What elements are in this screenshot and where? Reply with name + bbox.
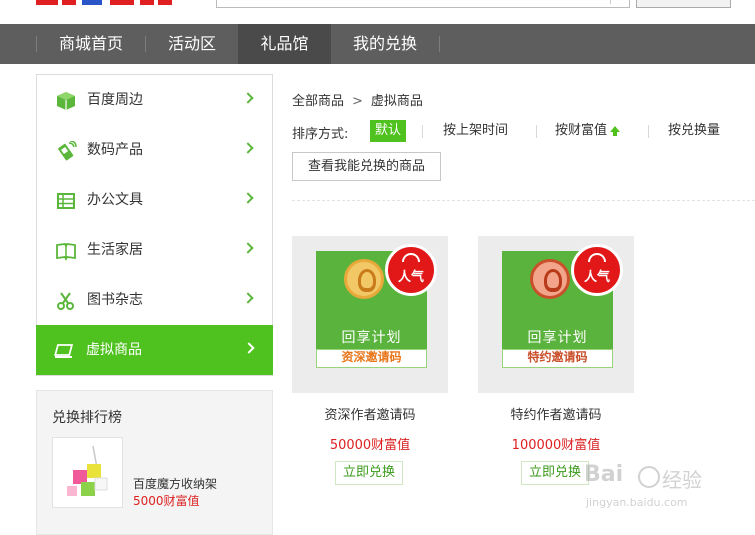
pen-nib-icon — [344, 259, 384, 299]
watermark-url: jingyan.baidu.com — [586, 496, 688, 509]
sidebar-item-office[interactable]: 办公文具 — [37, 175, 272, 225]
redeem-button[interactable]: 立即兑换 — [335, 461, 403, 485]
nav-item-my-exchange[interactable]: 我的兑换 — [331, 24, 439, 64]
sidebar-item-home-living[interactable]: 生活家居 — [37, 225, 272, 275]
image-code-text: 资深邀请码 — [341, 350, 402, 364]
sort-divider — [648, 125, 649, 138]
view-affordable-button[interactable]: 查看我能兑换的商品 — [292, 152, 441, 181]
product-name[interactable]: 特约作者邀请码 — [478, 404, 634, 423]
ranking-item-price: 5000财富值 — [133, 494, 200, 508]
sidebar-item-label: 办公文具 — [87, 192, 143, 208]
sidebar-item-baidu-merch[interactable]: 百度周边 — [37, 75, 272, 125]
product-price: 50000财富值 — [329, 438, 411, 453]
sort-by-wealth[interactable]: 按财富值 — [555, 120, 621, 142]
redeem-button[interactable]: 立即兑换 — [521, 461, 589, 485]
sidebar-item-virtual[interactable]: 虚拟商品 — [36, 325, 273, 375]
breadcrumb-current: 虚拟商品 — [370, 94, 423, 109]
image-code-text: 特约邀请码 — [527, 350, 588, 364]
bag-icon — [588, 253, 606, 262]
chevron-right-icon — [243, 342, 255, 354]
badge-text: 人气 — [583, 270, 610, 285]
divider — [292, 200, 755, 201]
pen-nib-icon — [530, 259, 570, 299]
chevron-right-icon — [242, 142, 254, 154]
sort-by-time[interactable]: 按上架时间 — [443, 120, 508, 142]
book-icon — [56, 243, 76, 261]
cube-icon — [57, 92, 75, 110]
phone-icon — [58, 141, 77, 161]
search-button[interactable] — [636, 0, 731, 8]
sort-by-wealth-label: 按财富值 — [555, 123, 608, 138]
product-card: 回享计划 特约邀请码 人气 特约作者邀请码 100000财富值 立即兑换 — [478, 236, 634, 491]
nav-divider — [439, 36, 440, 52]
nav-item-home[interactable]: 商城首页 — [37, 24, 145, 64]
product-name[interactable]: 资深作者邀请码 — [292, 404, 448, 423]
nav-item-activity[interactable]: 活动区 — [146, 24, 238, 64]
laptop-icon — [54, 344, 74, 358]
chevron-right-icon — [242, 292, 254, 304]
sidebar-item-books[interactable]: 图书杂志 — [37, 275, 272, 325]
main-nav: 商城首页 活动区 礼品馆 我的兑换 — [0, 24, 755, 64]
popular-badge: 人气 — [571, 244, 623, 296]
breadcrumb: 全部商品 > 虚拟商品 — [292, 90, 423, 109]
search-input[interactable] — [216, 0, 630, 8]
breadcrumb-all[interactable]: 全部商品 — [292, 94, 344, 109]
popular-badge: 人气 — [385, 244, 437, 296]
watermark-cn: 经验 — [662, 468, 702, 492]
watermark: Bai 经验 jingyan.baidu.com — [584, 462, 744, 518]
top-strip — [0, 0, 755, 24]
sidebar-item-label: 数码产品 — [87, 142, 143, 158]
sort-label: 排序方式: — [292, 127, 349, 142]
bag-icon — [402, 253, 420, 262]
product-price: 100000财富值 — [511, 438, 601, 453]
sidebar-item-label: 百度周边 — [87, 92, 143, 108]
watermark-brand: Bai — [584, 462, 624, 487]
table-icon — [57, 193, 75, 209]
sort-default[interactable]: 默认 — [370, 120, 407, 142]
sidebar-item-digital[interactable]: 数码产品 — [37, 125, 272, 175]
sidebar-item-label: 虚拟商品 — [86, 342, 142, 358]
arrow-up-icon — [610, 125, 621, 136]
product-card: 回享计划 资深邀请码 人气 资深作者邀请码 50000财富值 立即兑换 — [292, 236, 448, 491]
site-logo[interactable] — [36, 0, 172, 5]
sort-divider — [422, 125, 423, 138]
chevron-right-icon — [242, 242, 254, 254]
scissors-icon — [57, 292, 74, 310]
category-sidebar: 百度周边 数码产品 办公文具 生活家居 图书杂志 虚拟商品 — [36, 74, 273, 376]
paw-icon — [638, 466, 660, 488]
ranking-title: 兑换排行榜 — [52, 410, 122, 426]
sidebar-item-label: 生活家居 — [87, 242, 143, 258]
sort-by-exchanges[interactable]: 按兑换量 — [668, 120, 720, 142]
chevron-right-icon — [242, 92, 254, 104]
ranking-item-name[interactable]: 百度魔方收纳架 — [133, 475, 217, 492]
sort-divider — [536, 125, 537, 138]
ranking-item-image[interactable] — [52, 437, 123, 508]
breadcrumb-separator: > — [352, 94, 363, 109]
chevron-right-icon — [242, 192, 254, 204]
badge-text: 人气 — [397, 270, 424, 285]
exchange-ranking: 兑换排行榜 百度魔方收纳架 5000财富值 — [36, 390, 273, 535]
image-plan-text: 回享计划 — [527, 330, 588, 346]
nav-item-gifts[interactable]: 礼品馆 — [238, 24, 331, 64]
sidebar-item-label: 图书杂志 — [87, 292, 143, 308]
image-plan-text: 回享计划 — [341, 330, 402, 346]
